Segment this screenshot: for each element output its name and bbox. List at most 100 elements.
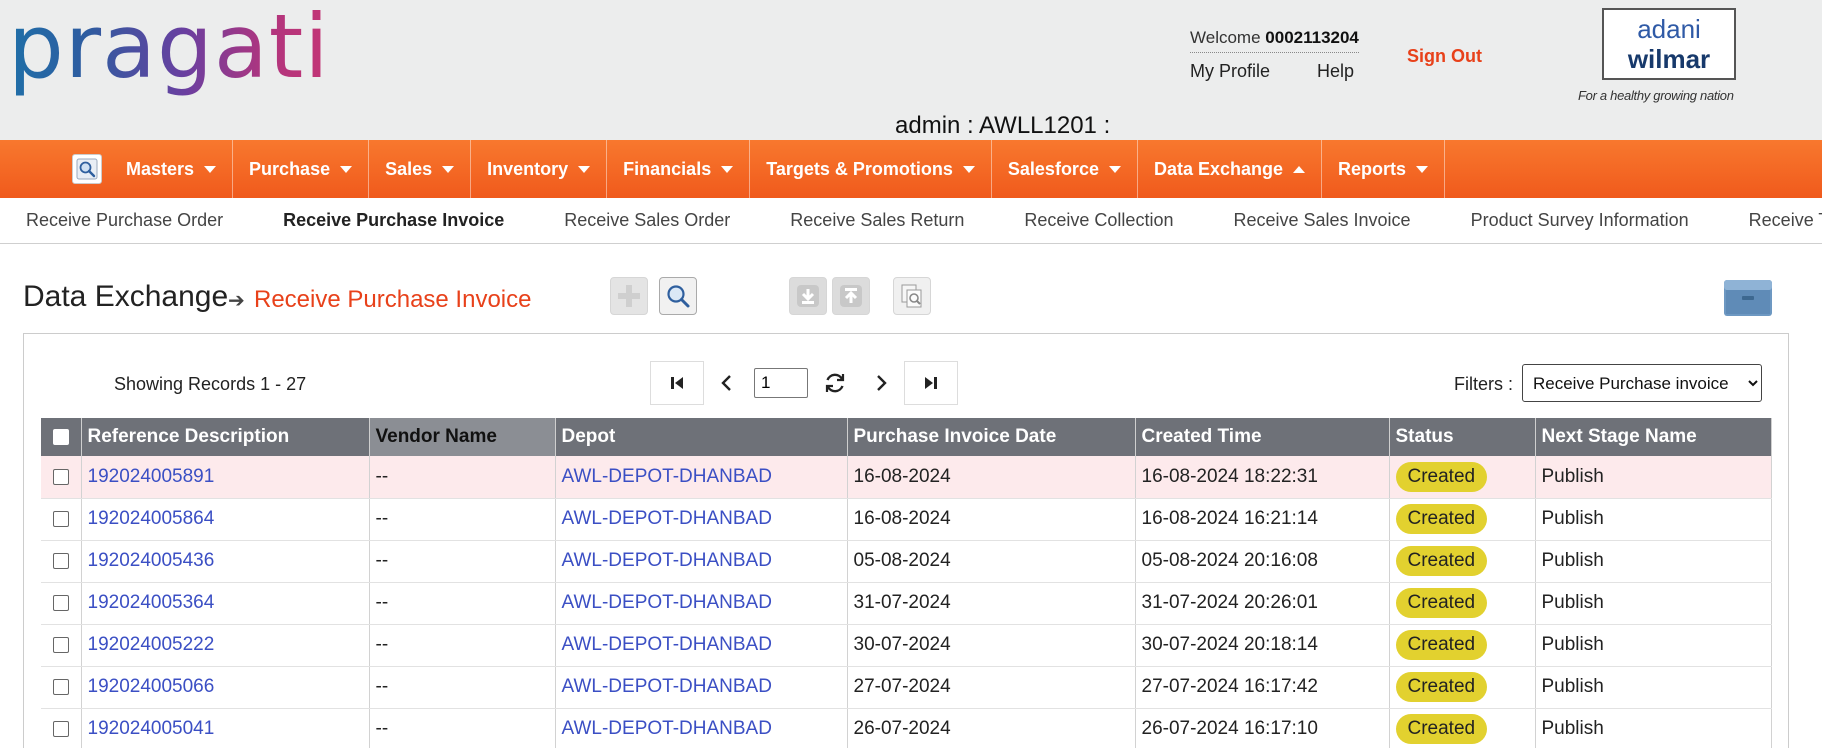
nav-masters[interactable]: Masters (110, 140, 234, 198)
nav-purchase[interactable]: Purchase (233, 140, 370, 198)
nav-label: Targets & Promotions (766, 158, 953, 179)
prev-page-button[interactable] (704, 361, 750, 405)
col-vendor-name[interactable]: Vendor Name (369, 418, 556, 456)
nav-search-button[interactable] (72, 154, 102, 184)
nav-targets-promotions[interactable]: Targets & Promotions (750, 140, 992, 198)
depot-link[interactable]: AWL-DEPOT-DHANBAD (555, 540, 848, 583)
subnav-receive-collection[interactable]: Receive Collection (1024, 210, 1173, 231)
row-checkbox[interactable] (52, 720, 69, 737)
admin-info: admin : AWLL1201 : (895, 112, 1111, 139)
download-button[interactable] (789, 277, 827, 315)
subnav-receive-sales-invoice[interactable]: Receive Sales Invoice (1233, 210, 1410, 231)
caret-up-icon (1293, 165, 1306, 173)
reference-link[interactable]: 192024005864 (81, 498, 370, 541)
col-depot[interactable]: Depot (555, 418, 848, 456)
copy-view-button[interactable] (893, 277, 931, 315)
nav-financials[interactable]: Financials (607, 140, 751, 198)
archive-folder-icon[interactable] (1722, 276, 1774, 318)
row-checkbox[interactable] (52, 468, 69, 485)
row-select-cell (41, 666, 82, 709)
reference-link[interactable]: 192024005066 (81, 666, 370, 709)
depot-link[interactable]: AWL-DEPOT-DHANBAD (555, 666, 848, 709)
subnav-receive-sales-return[interactable]: Receive Sales Return (790, 210, 964, 231)
col-purchase-invoice-date[interactable]: Purchase Invoice Date (847, 418, 1136, 456)
status-badge: Created (1395, 672, 1488, 702)
last-page-button[interactable] (904, 361, 958, 405)
row-checkbox[interactable] (52, 636, 69, 653)
created-time-cell: 16-08-2024 18:22:31 (1135, 456, 1390, 499)
reference-link[interactable]: 192024005364 (81, 582, 370, 625)
grid-panel: Showing Records 1 - 27 1 Filters: Recei… (23, 333, 1789, 748)
upload-button[interactable] (832, 277, 870, 315)
status-cell: Created (1389, 540, 1536, 583)
magnifier-icon (667, 285, 690, 308)
table-row[interactable]: 192024005891 -- AWL-DEPOT-DHANBAD 16-08-… (41, 456, 1772, 499)
my-profile-link[interactable]: My Profile (1190, 61, 1270, 82)
select-all-checkbox[interactable] (52, 428, 69, 445)
subnav-product-survey-information[interactable]: Product Survey Information (1471, 210, 1689, 231)
row-select-cell (41, 456, 82, 499)
created-time-cell: 27-07-2024 16:17:42 (1135, 666, 1390, 709)
filters-select[interactable]: Receive Purchase invoice (1522, 364, 1762, 402)
nav-label: Reports (1338, 158, 1407, 179)
nav-salesforce[interactable]: Salesforce (992, 140, 1138, 198)
nav-data-exchange[interactable]: Data Exchange (1138, 140, 1323, 198)
table-row[interactable]: 192024005436 -- AWL-DEPOT-DHANBAD 05-08-… (41, 540, 1772, 583)
status-cell: Created (1389, 456, 1536, 499)
last-page-icon (925, 377, 937, 389)
row-checkbox[interactable] (52, 594, 69, 611)
vendor-cell: -- (369, 624, 556, 667)
col-next-stage-name[interactable]: Next Stage Name (1535, 418, 1772, 456)
created-time-cell: 31-07-2024 20:26:01 (1135, 582, 1390, 625)
search-button[interactable] (659, 277, 697, 315)
depot-link[interactable]: AWL-DEPOT-DHANBAD (555, 624, 848, 667)
table-row[interactable]: 192024005222 -- AWL-DEPOT-DHANBAD 30-07-… (41, 624, 1772, 667)
row-checkbox[interactable] (52, 678, 69, 695)
invoice-date-cell: 30-07-2024 (847, 624, 1136, 667)
nav-inventory[interactable]: Inventory (471, 140, 608, 198)
sign-out-link[interactable]: Sign Out (1407, 46, 1482, 67)
refresh-button[interactable] (812, 361, 858, 405)
depot-link[interactable]: AWL-DEPOT-DHANBAD (555, 582, 848, 625)
subnav-receive-purchase-order[interactable]: Receive Purchase Order (26, 210, 223, 231)
col-created-time[interactable]: Created Time (1135, 418, 1390, 456)
subnav-receive-purchase-invoice[interactable]: Receive Purchase Invoice (283, 210, 504, 231)
status-badge: Created (1395, 714, 1488, 744)
reference-link[interactable]: 192024005041 (81, 708, 370, 748)
help-link[interactable]: Help (1317, 61, 1354, 82)
table-row[interactable]: 192024005066 -- AWL-DEPOT-DHANBAD 27-07-… (41, 666, 1772, 709)
invoice-date-cell: 31-07-2024 (847, 582, 1136, 625)
depot-link[interactable]: AWL-DEPOT-DHANBAD (555, 456, 848, 499)
nav-sales[interactable]: Sales (369, 140, 472, 198)
subnav-receive-tertiary[interactable]: Receive Tertiary (1749, 210, 1822, 231)
add-button[interactable] (610, 277, 648, 315)
caret-down-icon (340, 165, 353, 173)
page-number-input[interactable] (754, 368, 808, 398)
caret-down-icon (442, 165, 455, 173)
col-status[interactable]: Status (1389, 418, 1536, 456)
reference-link[interactable]: 192024005436 (81, 540, 370, 583)
col-reference-description[interactable]: Reference Description (81, 418, 370, 456)
upload-icon (840, 285, 862, 307)
table-row[interactable]: 192024005364 -- AWL-DEPOT-DHANBAD 31-07-… (41, 582, 1772, 625)
nav-reports[interactable]: Reports (1322, 140, 1446, 198)
depot-link[interactable]: AWL-DEPOT-DHANBAD (555, 708, 848, 748)
table-row[interactable]: 192024005041 -- AWL-DEPOT-DHANBAD 26-07-… (41, 708, 1772, 748)
reference-link[interactable]: 192024005891 (81, 456, 370, 499)
download-icon (797, 285, 819, 307)
reference-link[interactable]: 192024005222 (81, 624, 370, 667)
first-page-icon (671, 377, 683, 389)
welcome-text: Welcome 0002113204 (1190, 28, 1359, 53)
row-checkbox[interactable] (52, 552, 69, 569)
status-badge: Created (1395, 630, 1488, 660)
subnav-receive-sales-order[interactable]: Receive Sales Order (564, 210, 730, 231)
depot-link[interactable]: AWL-DEPOT-DHANBAD (555, 498, 848, 541)
status-badge: Created (1395, 504, 1488, 534)
row-checkbox[interactable] (52, 510, 69, 527)
next-page-button[interactable] (858, 361, 904, 405)
status-badge: Created (1395, 546, 1488, 576)
refresh-icon (825, 373, 845, 393)
table-row[interactable]: 192024005864 -- AWL-DEPOT-DHANBAD 16-08-… (41, 498, 1772, 541)
first-page-button[interactable] (650, 361, 704, 405)
row-select-cell (41, 498, 82, 541)
